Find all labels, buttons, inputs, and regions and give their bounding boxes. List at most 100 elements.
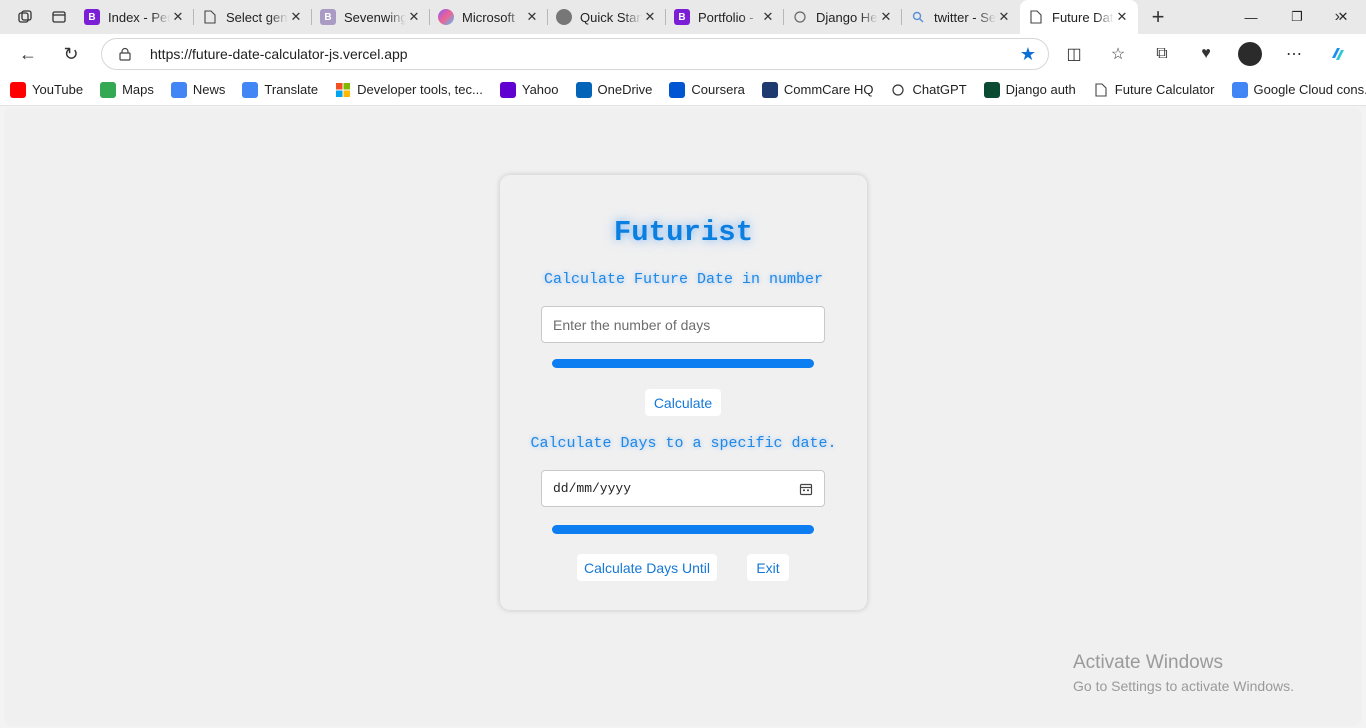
bookmark-label: Translate xyxy=(264,82,319,97)
lock-icon xyxy=(119,47,131,61)
close-tab-icon[interactable]: ✕ xyxy=(760,9,776,25)
bookmark-label: Coursera xyxy=(691,82,745,97)
bookmark-label: Maps xyxy=(122,82,154,97)
bootstrap-icon: B xyxy=(674,9,690,25)
bookmark-label: CommCare HQ xyxy=(783,82,874,97)
activate-windows-watermark: Activate Windows Go to Settings to activ… xyxy=(1073,652,1294,694)
commcare-icon xyxy=(761,81,778,98)
browser-tab[interactable]: Django He ✕ xyxy=(784,0,902,34)
onedrive-icon xyxy=(575,81,592,98)
exit-button[interactable]: Exit xyxy=(747,554,789,581)
openai-icon xyxy=(890,82,906,98)
date-input[interactable]: dd/mm/yyyy xyxy=(541,470,825,507)
bookmark-item[interactable]: ChatGPT xyxy=(890,82,967,98)
close-window-button[interactable]: ✕ xyxy=(1320,0,1366,34)
window-controls: — ❐ ✕ xyxy=(1228,0,1366,34)
browser-tab[interactable]: B Portfolio - ✕ xyxy=(666,0,784,34)
settings-more-icon[interactable]: ⋯ xyxy=(1272,34,1316,74)
page-icon xyxy=(202,9,218,25)
close-tab-icon[interactable]: ✕ xyxy=(878,9,894,25)
bookmark-item[interactable]: OneDrive xyxy=(575,81,653,98)
favorite-star-icon[interactable]: ★ xyxy=(1008,44,1048,65)
days-input[interactable]: Enter the number of days xyxy=(541,306,825,343)
back-button[interactable]: ← xyxy=(8,38,48,70)
bookmark-label: Yahoo xyxy=(521,82,559,97)
days-until-heading: Calculate Days to a specific date. xyxy=(530,435,837,452)
bookmark-item[interactable]: Maps xyxy=(100,81,154,98)
new-tab-button[interactable]: + xyxy=(1138,0,1178,34)
browser-tab[interactable]: B Index - Per ✕ xyxy=(76,0,194,34)
date-progress-bar xyxy=(552,525,814,534)
close-tab-icon[interactable]: ✕ xyxy=(170,9,186,25)
bookmarks-bar: YouTube Maps News Translate Developer tools,… xyxy=(0,74,1366,106)
browser-tab[interactable]: Future Dat ✕ xyxy=(1020,0,1138,34)
copilot-icon[interactable] xyxy=(1316,34,1360,74)
tab-strip: B Index - Per ✕ Select gen ✕ B Sevenwing ✕ Micro… xyxy=(0,0,1366,34)
browser-tab[interactable]: B Sevenwing ✕ xyxy=(312,0,430,34)
bookmark-item[interactable]: Django auth xyxy=(983,81,1076,98)
bookmark-label: OneDrive xyxy=(597,82,653,97)
browser-tab[interactable]: Select gen ✕ xyxy=(194,0,312,34)
refresh-button[interactable]: ↻ xyxy=(51,38,91,70)
maps-icon xyxy=(100,81,117,98)
search-icon xyxy=(910,9,926,25)
favorites-icon[interactable]: ☆ xyxy=(1096,34,1140,74)
chevron-right-icon[interactable]: › xyxy=(1335,8,1340,26)
minimize-button[interactable]: — xyxy=(1228,0,1274,34)
tab-title: Quick Start xyxy=(580,9,642,25)
split-screen-icon[interactable]: ◫ xyxy=(1052,34,1096,74)
tab-title: Index - Per xyxy=(108,9,170,25)
workspaces-icon[interactable] xyxy=(8,0,42,34)
close-tab-icon[interactable]: ✕ xyxy=(524,9,540,25)
openai-icon xyxy=(792,9,808,25)
bookmark-label: News xyxy=(192,82,226,97)
bookmark-item[interactable]: Yahoo xyxy=(499,81,559,98)
date-placeholder: dd/mm/yyyy xyxy=(553,481,632,496)
bookmark-item[interactable]: YouTube xyxy=(10,81,83,98)
page-icon xyxy=(1028,9,1044,25)
close-tab-icon[interactable]: ✕ xyxy=(288,9,304,25)
close-tab-icon[interactable]: ✕ xyxy=(642,9,658,25)
browser-tab[interactable]: Microsoft ✕ xyxy=(430,0,548,34)
bookmark-item[interactable]: Translate xyxy=(242,81,319,98)
tab-title: Select gen xyxy=(226,9,288,25)
calculate-button[interactable]: Calculate xyxy=(645,389,721,416)
page-icon xyxy=(1093,82,1109,98)
coursera-icon xyxy=(669,81,686,98)
bookmark-label: Future Calculator xyxy=(1114,82,1215,97)
calculator-card: Futurist Calculate Future Date in number… xyxy=(500,175,867,610)
bookmark-item[interactable]: Future Calculator xyxy=(1093,82,1215,98)
profile-avatar[interactable] xyxy=(1238,42,1262,66)
address-bar[interactable]: https://future-date-calculator-js.vercel… xyxy=(101,38,1049,70)
close-tab-icon[interactable]: ✕ xyxy=(996,9,1012,25)
bookmark-label: Developer tools, tec... xyxy=(357,82,483,97)
watermark-subtitle: Go to Settings to activate Windows. xyxy=(1073,678,1294,694)
calculate-days-until-button[interactable]: Calculate Days Until xyxy=(577,554,717,581)
browser-tab[interactable]: twitter - Se ✕ xyxy=(902,0,1020,34)
bookmark-item[interactable]: News xyxy=(170,81,226,98)
browser-tab[interactable]: Quick Start ✕ xyxy=(548,0,666,34)
calendar-icon[interactable] xyxy=(799,482,813,496)
bookmark-item[interactable]: Coursera xyxy=(669,81,745,98)
close-tab-icon[interactable]: ✕ xyxy=(1114,9,1130,25)
page-content: Futurist Calculate Future Date in number… xyxy=(4,108,1362,726)
close-tab-icon[interactable]: ✕ xyxy=(406,9,422,25)
restore-button[interactable]: ❐ xyxy=(1274,0,1320,34)
tab-title: twitter - Se xyxy=(934,9,996,25)
google-cloud-icon xyxy=(1231,81,1248,98)
browser-essentials-icon[interactable]: ♥ xyxy=(1184,34,1228,74)
tab-title: Future Dat xyxy=(1052,9,1114,25)
translate-icon xyxy=(242,81,259,98)
tab-actions-icon[interactable] xyxy=(42,0,76,34)
bookmark-label: ChatGPT xyxy=(912,82,967,97)
tab-title: Portfolio - xyxy=(698,9,754,25)
watermark-title: Activate Windows xyxy=(1073,652,1223,673)
future-date-heading: Calculate Future Date in number xyxy=(543,271,824,288)
bookmark-item[interactable]: Developer tools, tec... xyxy=(335,82,483,98)
days-progress-bar xyxy=(552,359,814,368)
bookmark-item[interactable]: CommCare HQ xyxy=(761,81,874,98)
bookmark-item[interactable]: Google Cloud cons... xyxy=(1231,81,1366,98)
collections-icon[interactable]: ⧉ xyxy=(1140,34,1184,74)
browser-toolbar: ← ↻ https://future-date-calculator-js.ve… xyxy=(0,34,1366,74)
toolbar-actions: ◫ ☆ ⧉ ♥ ⋯ xyxy=(1052,34,1360,74)
